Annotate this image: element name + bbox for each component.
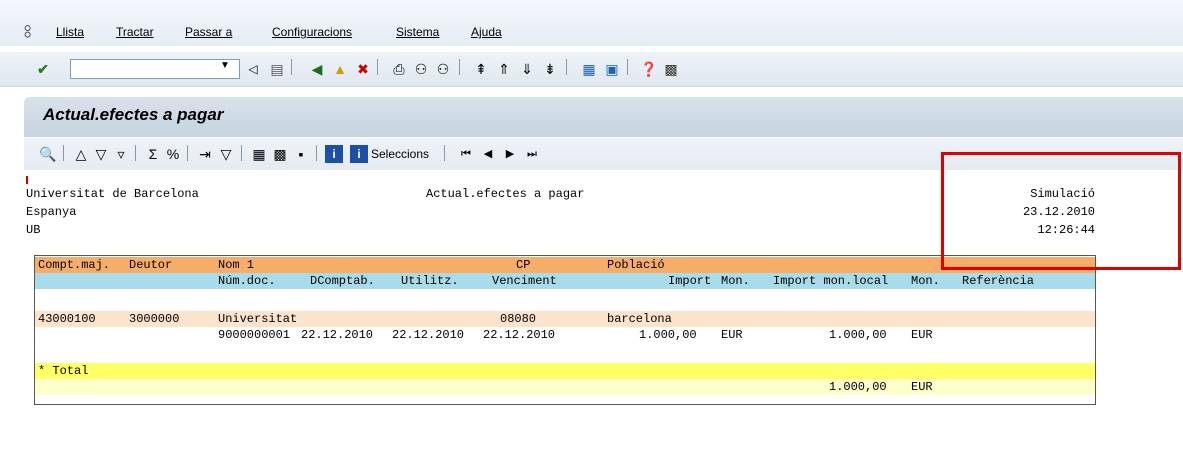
menu-bar: ⯼ Llista Tractar Passar a Configuracions… [0, 0, 1183, 46]
sort-desc-icon[interactable]: ▽ [92, 145, 110, 163]
col-utilitz[interactable]: Utilitz. [401, 274, 459, 288]
filter-icon[interactable]: ▿ [112, 145, 130, 163]
country: Espanya [26, 205, 77, 219]
next-page-icon[interactable]: ⇓ [518, 60, 536, 78]
export-icon[interactable]: ⇥ [196, 145, 214, 163]
details-icon[interactable]: 🔍 [39, 145, 57, 163]
prev-page-icon[interactable]: ◀ [479, 145, 497, 163]
total-local-currency: EUR [911, 380, 933, 394]
last-page-icon[interactable]: ⇟ [541, 60, 559, 78]
info-icon[interactable]: i [325, 145, 343, 163]
table-row[interactable]: 43000100 3000000 Universitat 08080 barce… [35, 311, 1095, 327]
col-poblacio[interactable]: Població [607, 258, 665, 272]
column-header-row-2: Núm.doc. DComptab. Utilitz. Venciment Im… [35, 273, 1095, 289]
change-layout-icon[interactable]: ▩ [271, 145, 289, 163]
find-icon[interactable]: ⚇ [412, 60, 430, 78]
title-panel: Actual.efectes a pagar [24, 97, 1183, 137]
table-row[interactable]: 9000000001 22.12.2010 22.12.2010 22.12.2… [35, 327, 1095, 343]
col-dcomptab[interactable]: DComptab. [310, 274, 375, 288]
back-green-icon[interactable]: ◀ [308, 60, 326, 78]
layout-icon[interactable]: ▩ [662, 60, 680, 78]
first-page-icon[interactable]: ⏮ [457, 145, 475, 163]
subtotal-icon[interactable]: % [164, 145, 182, 163]
cell-city: barcelona [607, 312, 672, 326]
cell-name: Universitat [218, 312, 298, 326]
menu-llista[interactable]: Llista [56, 25, 84, 39]
menu-window-icon[interactable]: ⯼ [24, 23, 31, 45]
col-compt-maj[interactable]: Compt.maj. [38, 258, 110, 272]
sort-asc-icon[interactable]: △ [72, 145, 90, 163]
chevron-down-icon[interactable]: ▼ [220, 60, 230, 71]
menu-ajuda[interactable]: Ajuda [471, 25, 502, 39]
col-mon[interactable]: Mon. [721, 274, 750, 288]
cancel-icon[interactable]: ✖ [354, 60, 372, 78]
cell-due-date: 22.12.2010 [483, 328, 556, 342]
report-grid: Compt.maj. Deutor Nom 1 CP Població Núm.… [34, 255, 1096, 405]
col-cp[interactable]: CP [516, 258, 530, 272]
enter-icon[interactable]: ✔ [34, 60, 52, 78]
cell-local-currency: EUR [911, 328, 933, 342]
total-label: * Total [38, 364, 89, 378]
last-page-icon[interactable]: ⏭ [523, 145, 541, 163]
menu-configuracions[interactable]: Configuracions [272, 25, 352, 39]
exit-icon[interactable]: ▲ [331, 60, 349, 78]
company-name: Universitat de Barcelona [26, 187, 199, 201]
cell-used-date: 22.12.2010 [392, 328, 465, 342]
shortcut-icon[interactable]: ▣ [603, 60, 621, 78]
selections-button[interactable]: Seleccions [371, 147, 429, 161]
view-icon[interactable]: ▽ [217, 145, 235, 163]
command-field[interactable] [70, 59, 240, 79]
first-page-icon[interactable]: ⇞ [472, 60, 490, 78]
prev-page-icon[interactable]: ⇑ [495, 60, 513, 78]
highlight-box [941, 152, 1181, 270]
cell-amount: 1.000,00 [639, 328, 697, 342]
layout-grid-icon[interactable]: ▦ [250, 145, 268, 163]
col-nom1[interactable]: Nom 1 [218, 258, 254, 272]
sum-icon[interactable]: Σ [144, 145, 162, 163]
total-amount-row[interactable]: 1.000,00 EUR [35, 379, 1095, 395]
back-icon[interactable]: ◁ [244, 60, 262, 78]
total-local-amount: 1.000,00 [829, 380, 887, 394]
cell-account: 43000100 [38, 312, 96, 326]
cell-cp: 08080 [500, 312, 537, 326]
page-title: Actual.efectes a pagar [43, 105, 224, 124]
report-title: Actual.efectes a pagar [426, 187, 585, 201]
col-mon-local[interactable]: Mon. [911, 274, 940, 288]
col-num-doc[interactable]: Núm.doc. [218, 274, 276, 288]
cursor-marker [26, 176, 28, 184]
create-session-icon[interactable]: ▦ [580, 60, 598, 78]
cell-debtor: 3000000 [129, 312, 180, 326]
print-icon[interactable]: ⎙ [390, 60, 408, 78]
col-referencia[interactable]: Referència [962, 274, 1034, 288]
save-icon[interactable]: ▤ [268, 60, 286, 78]
help-icon[interactable]: ❓ [640, 60, 658, 78]
column-header-row-1: Compt.maj. Deutor Nom 1 CP Població [35, 257, 1095, 273]
cell-local-amount: 1.000,00 [829, 328, 887, 342]
find-next-icon[interactable]: ⚇ [434, 60, 452, 78]
total-row[interactable]: * Total [35, 363, 1095, 379]
selections-icon[interactable]: i [350, 145, 368, 163]
col-import-mon-local[interactable]: Import mon.local [773, 274, 888, 288]
col-import[interactable]: Import [668, 274, 711, 288]
cell-doc-no: 9000000001 [218, 328, 291, 342]
next-page-icon[interactable]: ▶ [501, 145, 519, 163]
col-venciment[interactable]: Venciment [492, 274, 557, 288]
company-code: UB [26, 223, 41, 237]
cell-currency: EUR [721, 328, 743, 342]
menu-tractar[interactable]: Tractar [116, 25, 154, 39]
col-deutor[interactable]: Deutor [129, 258, 172, 272]
menu-passar-a[interactable]: Passar a [185, 25, 232, 39]
save-layout-icon[interactable]: ▪ [292, 145, 310, 163]
menu-sistema[interactable]: Sistema [396, 25, 439, 39]
cell-posting-date: 22.12.2010 [301, 328, 374, 342]
